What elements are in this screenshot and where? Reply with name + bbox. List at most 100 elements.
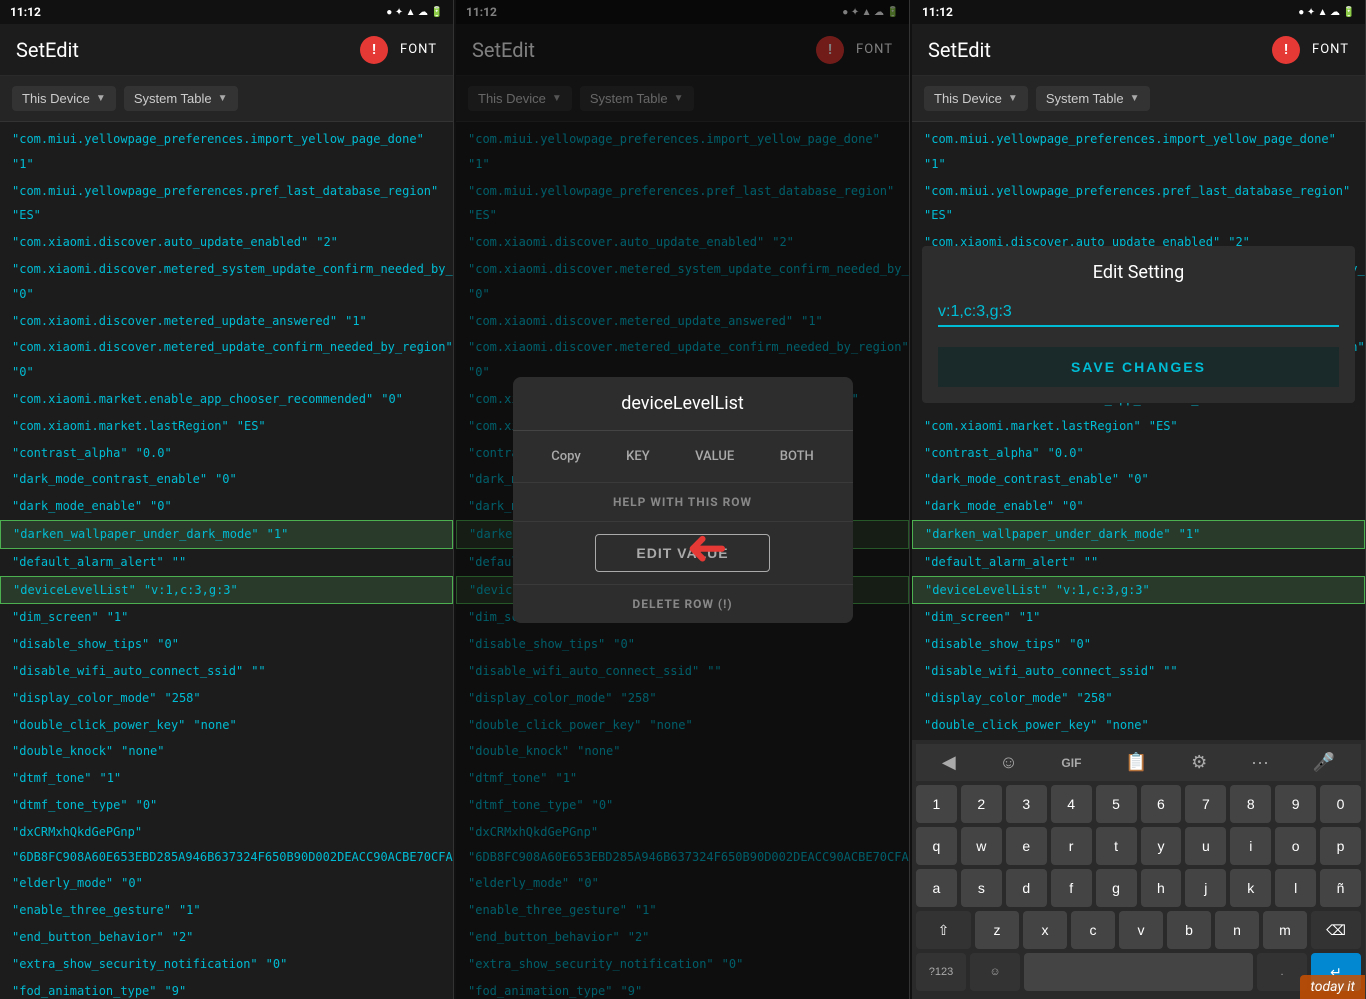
kb-w[interactable]: w (961, 827, 1002, 865)
kb-symbols[interactable]: ?123 (916, 953, 966, 991)
kb-more-btn[interactable]: ··· (1243, 748, 1277, 777)
kb-o[interactable]: o (1275, 827, 1316, 865)
list-item[interactable]: "dxCRMxhQkdGePGnp""6DB8FC908A60E653EBD28… (0, 819, 453, 871)
kb-4[interactable]: 4 (1051, 785, 1092, 823)
list-item[interactable]: "dark_mode_contrast_enable""0" (912, 466, 1365, 493)
list-item[interactable]: "double_knock""none" (0, 738, 453, 765)
list-item[interactable]: "com.xiaomi.market.enable_app_chooser_re… (0, 386, 453, 413)
list-item[interactable]: "display_color_mode""258" (0, 685, 453, 712)
list-item[interactable]: "dtmf_tone""1" (0, 765, 453, 792)
font-label-3[interactable]: FONT (1312, 42, 1349, 57)
table-dropdown-3[interactable]: System Table ▼ (1036, 86, 1150, 111)
list-item[interactable]: "dim_screen""1" (0, 604, 453, 631)
kb-shift[interactable]: ⇧ (916, 911, 971, 949)
list-item[interactable]: "com.miui.yellowpage_preferences.pref_la… (912, 178, 1365, 230)
list-item[interactable]: "com.xiaomi.market.lastRegion""ES" (0, 413, 453, 440)
kb-c[interactable]: c (1071, 911, 1115, 949)
list-item[interactable]: "darken_wallpaper_under_dark_mode""1" (912, 520, 1365, 549)
kb-q[interactable]: q (916, 827, 957, 865)
kb-u[interactable]: u (1185, 827, 1226, 865)
table-dropdown-1[interactable]: System Table ▼ (124, 86, 238, 111)
list-item[interactable]: "contrast_alpha""0.0" (912, 440, 1365, 467)
kb-h[interactable]: h (1141, 869, 1182, 907)
device-dropdown-3[interactable]: This Device ▼ (924, 86, 1028, 111)
list-item[interactable]: "elderly_mode""0" (0, 870, 453, 897)
list-item[interactable]: "com.xiaomi.market.lastRegion""ES" (912, 413, 1365, 440)
content-list-1[interactable]: "com.miui.yellowpage_preferences.import_… (0, 122, 453, 999)
list-item[interactable]: "deviceLevelList""v:1,c:3,g:3" (0, 576, 453, 605)
kb-a[interactable]: a (916, 869, 957, 907)
kb-f[interactable]: f (1051, 869, 1092, 907)
kb-5[interactable]: 5 (1096, 785, 1137, 823)
kb-settings-btn[interactable]: ⚙ (1183, 748, 1215, 777)
list-item[interactable]: "disable_wifi_auto_connect_ssid""" (0, 658, 453, 685)
alert-icon-1[interactable]: ! (360, 36, 388, 64)
kb-s[interactable]: s (961, 869, 1002, 907)
list-item[interactable]: "double_click_power_key""none" (912, 712, 1365, 739)
list-item[interactable]: "end_button_behavior""2" (0, 924, 453, 951)
list-item[interactable]: "darken_wallpaper_under_dark_mode""1" (0, 520, 453, 549)
list-item[interactable]: "fod_animation_type""9" (0, 978, 453, 999)
list-item[interactable]: "dark_mode_contrast_enable""0" (0, 466, 453, 493)
list-item[interactable]: "com.xiaomi.discover.metered_system_upda… (0, 256, 453, 308)
kb-m[interactable]: m (1263, 911, 1307, 949)
value-option[interactable]: VALUE (687, 445, 742, 468)
list-item[interactable]: "disable_show_tips""0" (912, 631, 1365, 658)
list-item[interactable]: "double_click_power_key""none" (0, 712, 453, 739)
kb-k[interactable]: k (1230, 869, 1271, 907)
list-item[interactable]: "com.xiaomi.discover.metered_update_answ… (0, 308, 453, 335)
list-item[interactable]: "extra_show_security_notification""0" (0, 951, 453, 978)
kb-r[interactable]: r (1051, 827, 1092, 865)
kb-gif-btn[interactable]: GIF (1053, 752, 1089, 774)
device-dropdown-1[interactable]: This Device ▼ (12, 86, 116, 111)
kb-l[interactable]: l (1275, 869, 1316, 907)
kb-back-btn[interactable]: ◀ (934, 748, 964, 777)
kb-g[interactable]: g (1096, 869, 1137, 907)
list-item[interactable]: "display_color_mode""258" (912, 685, 1365, 712)
list-item[interactable]: "com.miui.yellowpage_preferences.pref_la… (0, 178, 453, 230)
kb-8[interactable]: 8 (1230, 785, 1271, 823)
kb-0[interactable]: 0 (1320, 785, 1361, 823)
kb-3[interactable]: 3 (1006, 785, 1047, 823)
kb-d[interactable]: d (1006, 869, 1047, 907)
list-item[interactable]: "disable_wifi_auto_connect_ssid""" (912, 658, 1365, 685)
kb-6[interactable]: 6 (1141, 785, 1182, 823)
kb-1[interactable]: 1 (916, 785, 957, 823)
kb-7[interactable]: 7 (1185, 785, 1226, 823)
list-item[interactable]: "disable_show_tips""0" (0, 631, 453, 658)
edit-input[interactable] (938, 299, 1339, 327)
kb-b[interactable]: b (1167, 911, 1211, 949)
kb-e[interactable]: e (1006, 827, 1047, 865)
kb-9[interactable]: 9 (1275, 785, 1316, 823)
both-option[interactable]: BOTH (772, 445, 822, 468)
list-item[interactable]: "dim_screen""1" (912, 604, 1365, 631)
kb-n[interactable]: n (1215, 911, 1259, 949)
kb-emoji-bottom[interactable]: ☺ (970, 953, 1020, 991)
key-option[interactable]: KEY (618, 445, 658, 468)
list-item[interactable]: "dtmf_tone_type""0" (0, 792, 453, 819)
kb-z[interactable]: z (975, 911, 1019, 949)
kb-y[interactable]: y (1141, 827, 1182, 865)
kb-t[interactable]: t (1096, 827, 1137, 865)
list-item[interactable]: "com.miui.yellowpage_preferences.import_… (912, 126, 1365, 178)
list-item[interactable]: "dark_mode_enable""0" (0, 493, 453, 520)
kb-x[interactable]: x (1023, 911, 1067, 949)
kb-p[interactable]: p (1320, 827, 1361, 865)
save-changes-button[interactable]: SAVE CHANGES (938, 347, 1339, 387)
kb-2[interactable]: 2 (961, 785, 1002, 823)
kb-j[interactable]: j (1185, 869, 1226, 907)
alert-icon-3[interactable]: ! (1272, 36, 1300, 64)
delete-row[interactable]: DELETE ROW (!) (513, 584, 853, 623)
kb-n-tilde[interactable]: ñ (1320, 869, 1361, 907)
kb-v[interactable]: v (1119, 911, 1163, 949)
list-item[interactable]: "com.miui.yellowpage_preferences.import_… (0, 126, 453, 178)
kb-i[interactable]: i (1230, 827, 1271, 865)
kb-clipboard-btn[interactable]: 📋 (1117, 748, 1155, 777)
list-item[interactable]: "contrast_alpha""0.0" (0, 440, 453, 467)
kb-space[interactable] (1024, 953, 1253, 991)
list-item[interactable]: "default_alarm_alert""" (912, 549, 1365, 576)
list-item[interactable]: "deviceLevelList""v:1,c:3,g:3" (912, 576, 1365, 605)
kb-mic-btn[interactable]: 🎤 (1305, 748, 1343, 777)
list-item[interactable]: "default_alarm_alert""" (0, 549, 453, 576)
list-item[interactable]: "dark_mode_enable""0" (912, 493, 1365, 520)
